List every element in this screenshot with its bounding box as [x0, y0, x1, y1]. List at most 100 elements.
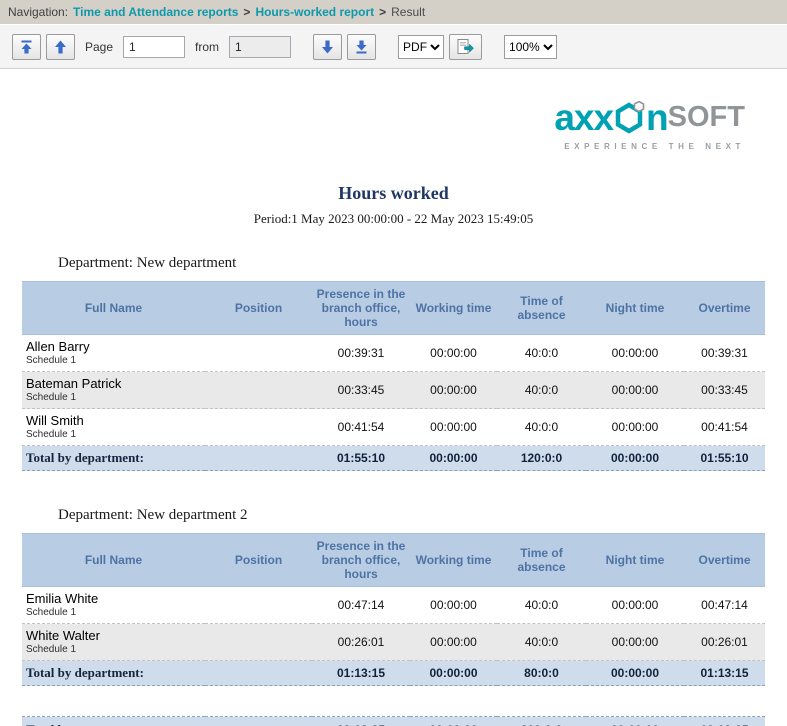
- page-label: Page: [85, 40, 113, 54]
- employee-name: Emilia White: [26, 591, 201, 606]
- cell-working-time: 00:00:00: [410, 335, 497, 372]
- col-time-of-absence: Time of absence: [497, 534, 586, 587]
- breadcrumb-link-time-attendance-reports[interactable]: Time and Attendance reports: [73, 5, 238, 19]
- col-working-time: Working time: [410, 282, 497, 335]
- logo-text-axx: axx: [554, 99, 613, 136]
- total-working-time: 00:00:00: [410, 661, 497, 686]
- logo-tagline: EXPERIENCE THE NEXT: [22, 142, 745, 151]
- employee-schedule: Schedule 1: [26, 392, 201, 404]
- arrow-up-to-top-icon: [20, 40, 33, 54]
- breadcrumb-link-hours-worked-report[interactable]: Hours-worked report: [255, 5, 374, 19]
- export-report-icon: [457, 39, 474, 54]
- axxonsoft-logo: axx n soft EXPERIENCE THE NEXT: [22, 99, 765, 151]
- cell-time-of-absence: 40:0:0: [497, 409, 586, 446]
- department-table-1: Full Name Position Presence in the branc…: [22, 281, 765, 471]
- logo-text-soft: soft: [668, 103, 745, 132]
- department-total-label: Total by department:: [22, 661, 312, 686]
- breadcrumb-current: Result: [391, 5, 425, 19]
- col-night-time: Night time: [586, 534, 684, 587]
- report-total-presence: 03:08:25: [312, 717, 410, 726]
- col-time-of-absence: Time of absence: [497, 282, 586, 335]
- cell-time-of-absence: 40:0:0: [497, 624, 586, 661]
- export-button[interactable]: [449, 34, 482, 60]
- cell-presence: 00:26:01: [312, 624, 410, 661]
- table-row: White Walter Schedule 1 00:26:01 00:00:0…: [22, 624, 765, 661]
- col-working-time: Working time: [410, 534, 497, 587]
- cell-working-time: 00:00:00: [410, 372, 497, 409]
- cell-presence: 00:33:45: [312, 372, 410, 409]
- total-night-time: 00:00:00: [586, 661, 684, 686]
- report-total-time-of-absence: 200:0:0: [497, 717, 586, 726]
- arrow-down-icon: [321, 40, 334, 54]
- breadcrumb-separator: >: [379, 5, 386, 19]
- cell-full-name: Allen Barry Schedule 1: [22, 335, 205, 372]
- format-select[interactable]: PDF: [398, 35, 444, 59]
- cell-overtime: 00:47:14: [684, 587, 765, 624]
- col-overtime: Overtime: [684, 534, 765, 587]
- total-overtime: 01:55:10: [684, 446, 765, 471]
- col-presence: Presence in the branch office, hours: [312, 282, 410, 335]
- hexagon-icon: [614, 101, 645, 135]
- department-heading-1: Department: New department: [58, 255, 787, 272]
- department-total-label: Total by department:: [22, 446, 312, 471]
- table-header-row: Full Name Position Presence in the branc…: [22, 282, 765, 335]
- table-row: Bateman Patrick Schedule 1 00:33:45 00:0…: [22, 372, 765, 409]
- department-total-row: Total by department: 01:13:15 00:00:00 8…: [22, 661, 765, 686]
- col-position: Position: [205, 534, 312, 587]
- table-row: Allen Barry Schedule 1 00:39:31 00:00:00…: [22, 335, 765, 372]
- report-content: axx n soft EXPERIENCE THE NEXT Hours wor…: [0, 69, 787, 726]
- report-viewer: Navigation: Time and Attendance reports …: [0, 0, 787, 726]
- cell-night-time: 00:00:00: [586, 335, 684, 372]
- col-full-name: Full Name: [22, 282, 205, 335]
- cell-full-name: White Walter Schedule 1: [22, 624, 205, 661]
- cell-overtime: 00:26:01: [684, 624, 765, 661]
- col-position: Position: [205, 282, 312, 335]
- cell-presence: 00:39:31: [312, 335, 410, 372]
- report-total-row: Total by report: 03:08:25 00:00:00 200:0…: [22, 717, 765, 726]
- logo-text-n: n: [646, 99, 668, 136]
- department-heading-2: Department: New department 2: [58, 507, 787, 524]
- employee-name: Will Smith: [26, 413, 201, 428]
- last-page-button[interactable]: [347, 34, 376, 60]
- report-title: Hours worked: [0, 183, 787, 204]
- report-total-table: Total by report: 03:08:25 00:00:00 200:0…: [22, 716, 765, 726]
- total-working-time: 00:00:00: [410, 446, 497, 471]
- report-total-working-time: 00:00:00: [410, 717, 497, 726]
- toolbar: Page from PDF: [0, 24, 787, 69]
- cell-night-time: 00:00:00: [586, 587, 684, 624]
- page-input[interactable]: [123, 36, 185, 58]
- col-full-name: Full Name: [22, 534, 205, 587]
- employee-schedule: Schedule 1: [26, 429, 201, 441]
- employee-schedule: Schedule 1: [26, 607, 201, 619]
- cell-overtime: 00:41:54: [684, 409, 765, 446]
- cell-night-time: 00:00:00: [586, 372, 684, 409]
- employee-schedule: Schedule 1: [26, 644, 201, 656]
- cell-presence: 00:47:14: [312, 587, 410, 624]
- col-presence: Presence in the branch office, hours: [312, 534, 410, 587]
- report-total-overtime: 03:08:25: [684, 717, 765, 726]
- cell-position: [205, 409, 312, 446]
- first-page-button[interactable]: [12, 34, 41, 60]
- next-page-button[interactable]: [313, 34, 342, 60]
- department-table-2: Full Name Position Presence in the branc…: [22, 533, 765, 686]
- cell-position: [205, 335, 312, 372]
- cell-position: [205, 587, 312, 624]
- cell-working-time: 00:00:00: [410, 587, 497, 624]
- cell-night-time: 00:00:00: [586, 409, 684, 446]
- employee-name: Allen Barry: [26, 339, 201, 354]
- zoom-select[interactable]: 100%: [504, 35, 557, 59]
- cell-time-of-absence: 40:0:0: [497, 372, 586, 409]
- page-count-input[interactable]: [229, 36, 291, 58]
- arrow-up-icon: [54, 40, 67, 54]
- cell-time-of-absence: 40:0:0: [497, 587, 586, 624]
- from-label: from: [195, 40, 219, 54]
- navigation-label: Navigation:: [8, 5, 68, 19]
- breadcrumb: Navigation: Time and Attendance reports …: [0, 0, 787, 24]
- previous-page-button[interactable]: [46, 34, 75, 60]
- employee-schedule: Schedule 1: [26, 355, 201, 367]
- employee-name: White Walter: [26, 628, 201, 643]
- cell-overtime: 00:39:31: [684, 335, 765, 372]
- cell-position: [205, 624, 312, 661]
- department-total-row: Total by department: 01:55:10 00:00:00 1…: [22, 446, 765, 471]
- total-presence: 01:13:15: [312, 661, 410, 686]
